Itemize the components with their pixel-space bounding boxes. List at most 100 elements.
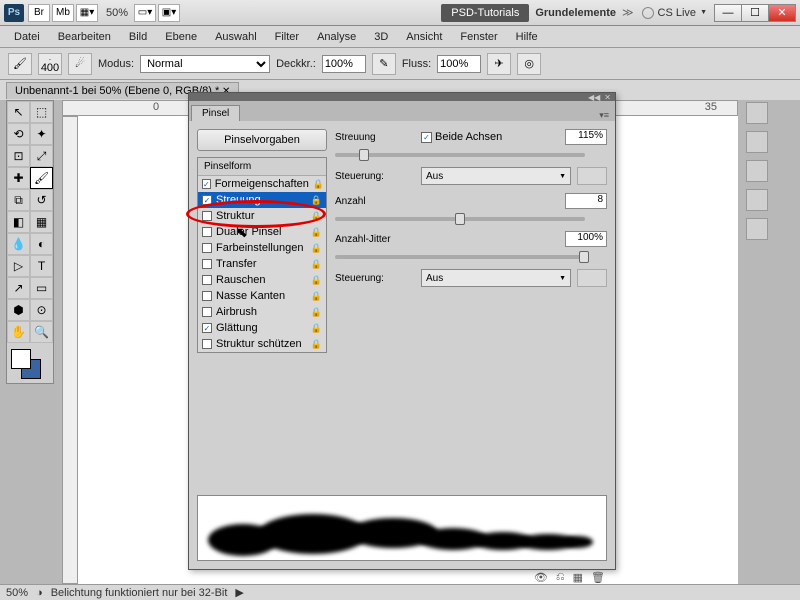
shape-item-transfer[interactable]: Transfer🔒 [198,256,326,272]
lock-icon[interactable]: 🔒 [311,227,322,238]
panel-button[interactable] [746,218,768,240]
cslive-button[interactable]: CS Live ▼ [642,7,707,19]
lock-icon[interactable]: 🔒 [311,339,322,350]
lock-icon[interactable]: 🔒 [311,275,322,286]
blur-tool[interactable]: 💧 [7,233,30,255]
path-tool[interactable]: ↗ [7,277,30,299]
anzahl-value[interactable]: 8 [565,193,607,209]
menu-ebene[interactable]: Ebene [157,28,205,46]
lock-icon[interactable]: 🔒 [311,211,322,222]
pinselvorgaben-button[interactable]: Pinselvorgaben [197,129,327,151]
brush-panel-toggle[interactable]: ☄ [68,53,92,75]
close-button[interactable]: ✕ [768,4,796,22]
eraser-tool[interactable]: ◧ [7,211,30,233]
stamp-tool[interactable]: ⧉ [7,189,30,211]
shape-item-struktur-schützen[interactable]: Struktur schützen🔒 [198,336,326,352]
camera-tool[interactable]: ⊙ [30,299,53,321]
maximize-button[interactable]: ☐ [741,4,769,22]
workspace-button[interactable]: PSD-Tutorials [441,4,529,22]
panel-collapse-icon[interactable]: ◀◀ [588,93,600,102]
lock-icon[interactable]: ⎌ [556,571,565,584]
opacity-pressure-icon[interactable]: ✎ [372,53,396,75]
shape-item-farbeinstellungen[interactable]: Farbeinstellungen🔒 [198,240,326,256]
brush-preset-picker[interactable]: ·400 [38,53,62,75]
steuerung-extra-button[interactable] [577,167,607,185]
shape-item-nasse-kanten[interactable]: Nasse Kanten🔒 [198,288,326,304]
checkbox-icon[interactable] [202,227,212,237]
move-tool[interactable]: ↖ [7,101,30,123]
panel-button[interactable] [746,131,768,153]
steuerung2-extra-button[interactable] [577,269,607,287]
minibridge-button[interactable]: Mb [52,4,74,22]
lock-icon[interactable]: 🔒 [311,243,322,254]
type-tool[interactable]: T [30,255,53,277]
streuung-slider[interactable] [335,153,585,157]
shape-item-airbrush[interactable]: Airbrush🔒 [198,304,326,320]
panel-button[interactable] [746,160,768,182]
status-arrow-icon[interactable]: ▶ [235,586,243,599]
checkbox-icon[interactable] [202,275,212,285]
menu-hilfe[interactable]: Hilfe [508,28,546,46]
bridge-button[interactable]: Br [28,4,50,22]
checkbox-icon[interactable] [202,243,212,253]
checkbox-icon[interactable] [202,339,212,349]
tablet-pressure-icon[interactable]: ◎ [517,53,541,75]
view-extras-button[interactable]: ▦▾ [76,4,98,22]
panel-close-icon[interactable]: ✕ [604,93,611,102]
3d-tool[interactable]: ⬢ [7,299,30,321]
marquee-tool[interactable]: ⬚ [30,101,53,123]
menu-analyse[interactable]: Analyse [309,28,364,46]
jitter-slider[interactable] [335,255,585,259]
menu-fenster[interactable]: Fenster [452,28,505,46]
modus-select[interactable]: Normal [140,55,270,73]
checkbox-icon[interactable]: ✓ [202,323,212,333]
checkbox-icon[interactable] [202,211,212,221]
panel-button[interactable] [746,189,768,211]
wand-tool[interactable]: ✦ [30,123,53,145]
brush-tool-icon[interactable]: 🖌 [8,53,32,75]
foreground-color[interactable] [11,349,31,369]
lock-icon[interactable]: 🔒 [311,195,322,206]
pinselform-header[interactable]: Pinselform [198,158,326,176]
trash-icon[interactable]: 🗑 [591,571,605,584]
anzahl-slider[interactable] [335,217,585,221]
menu-datei[interactable]: Datei [6,28,48,46]
gradient-tool[interactable]: ▦ [30,211,53,233]
new-preset-icon[interactable]: ▦ [573,571,583,584]
zoom-tool[interactable]: 🔍 [30,321,53,343]
brush-tool[interactable]: 🖌 [30,167,53,189]
lasso-tool[interactable]: ⟲ [7,123,30,145]
lock-icon[interactable]: 🔒 [311,323,322,334]
eyedropper-tool[interactable]: ⤢ [30,145,53,167]
checkbox-icon[interactable]: ✓ [202,195,212,205]
menu-3d[interactable]: 3D [366,28,396,46]
crop-tool[interactable]: ⊡ [7,145,30,167]
pen-tool[interactable]: ▷ [7,255,30,277]
panel-button[interactable] [746,102,768,124]
dodge-tool[interactable]: ◐ [30,233,53,255]
deckkr-input[interactable] [322,55,366,73]
shape-item-formeigenschaften[interactable]: ✓Formeigenschaften🔒 [198,176,326,192]
hand-tool[interactable]: ✋ [7,321,30,343]
menu-auswahl[interactable]: Auswahl [207,28,265,46]
panel-tab-pinsel[interactable]: Pinsel [191,105,240,121]
screenmode-button[interactable]: ▣▾ [158,4,180,22]
shape-item-dualer-pinsel[interactable]: Dualer Pinsel🔒 [198,224,326,240]
steuerung2-select[interactable]: Aus [421,269,571,287]
menu-bild[interactable]: Bild [121,28,155,46]
menu-bearbeiten[interactable]: Bearbeiten [50,28,119,46]
zoom-level[interactable]: 50% [106,7,128,19]
menu-filter[interactable]: Filter [267,28,307,46]
color-swatches[interactable] [7,347,53,383]
menu-ansicht[interactable]: Ansicht [398,28,450,46]
arrange-button[interactable]: ▭▾ [134,4,156,22]
minimize-button[interactable]: — [714,4,742,22]
checkbox-icon[interactable] [202,307,212,317]
checkbox-icon[interactable] [202,259,212,269]
shape-item-struktur[interactable]: Struktur🔒 [198,208,326,224]
fluss-input[interactable] [437,55,481,73]
shape-item-glättung[interactable]: ✓Glättung🔒 [198,320,326,336]
heal-tool[interactable]: ✚ [7,167,30,189]
checkbox-icon[interactable] [202,291,212,301]
chevron-right-icon[interactable]: ≫ [622,6,634,19]
